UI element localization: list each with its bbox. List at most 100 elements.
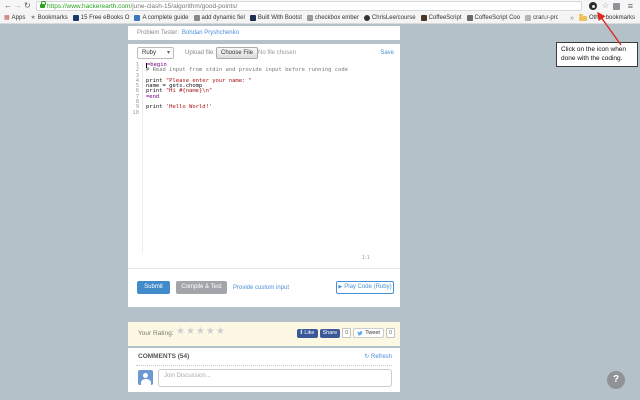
favicon [134, 15, 141, 21]
bookmark-item[interactable]: ChrisLee/course [363, 15, 416, 21]
other-bookmarks[interactable]: Other bookmarks [578, 13, 635, 21]
extension-icon-dot [591, 4, 595, 8]
apps-grid-icon: ▦ [4, 15, 10, 21]
comments-section: COMMENTS (54) ↻ Refresh [128, 348, 400, 392]
annotation-callout: Click on the icon when done with the cod… [556, 42, 638, 67]
social-buttons: f Like Share 0 Tweet 0 [297, 328, 395, 338]
url-path: /june-clash-15/algorithm/good-points/ [130, 2, 238, 10]
favicon [193, 15, 200, 21]
folder-icon [578, 13, 587, 21]
bookmarks-bar-items: ▦ Apps ★ Bookmarks 15 Free eBooks O A complet… [4, 12, 558, 24]
cursor-position: 1:1 [362, 255, 370, 261]
your-rating-label: Your Rating: [138, 330, 174, 337]
avatar [138, 370, 153, 385]
github-icon [363, 15, 370, 21]
upload-file-label: Upload file: [185, 50, 216, 56]
bookmarks-overflow-chevron[interactable]: » [570, 15, 574, 22]
tweet-button[interactable]: Tweet [353, 328, 384, 338]
bookmark-label: Built With Bootst [257, 15, 302, 21]
bookmark-label: CoffeeScript Coo [474, 15, 521, 21]
reload-icon[interactable]: ↻ [24, 0, 31, 12]
padlock-icon [40, 1, 46, 8]
code-editor[interactable]: 1 2 3 4 5 6 7 8 9 10 =begin # Read input from stdi… [128, 62, 400, 254]
facebook-like-button[interactable]: f Like [297, 328, 318, 338]
help-button[interactable]: ? [607, 371, 625, 389]
bookmark-label: Bookmarks [37, 15, 68, 21]
join-discussion-input[interactable] [158, 369, 392, 387]
bookmark-label: add dynamic fiel [201, 15, 245, 21]
address-bar[interactable]: https://www.hackerearth.com /june-clash-… [36, 1, 582, 11]
url-host: https://www.hackerearth.com [47, 2, 131, 10]
submit-button[interactable]: Submit [137, 281, 170, 294]
bookmark-item[interactable]: add dynamic fiel [193, 15, 245, 21]
bookmark-item[interactable]: 15 Free eBooks O [72, 15, 129, 21]
code-token: # Read input from stdin and provide inpu… [146, 67, 348, 74]
like-count: 0 [342, 328, 352, 338]
favicon [525, 15, 532, 21]
extension-2-icon[interactable] [613, 2, 620, 10]
comments-title: COMMENTS (54) [138, 353, 190, 360]
forward-icon[interactable]: → [14, 0, 22, 12]
play-code-button[interactable]: ▶ Play Code (Ruby) [336, 281, 394, 294]
bookmark-label: ChrisLee/course [371, 15, 416, 21]
bookmark-label: cran.r-project.or [533, 15, 558, 21]
tweet-label: Tweet [365, 330, 380, 336]
language-select[interactable]: Ruby ▾ [137, 47, 174, 59]
bookmark-star-icon[interactable]: ☆ [602, 0, 609, 12]
favicon [72, 15, 79, 21]
bookmark-item[interactable]: ▦ Apps [4, 15, 25, 21]
play-icon: ▶ [338, 284, 343, 290]
bookmark-label: A complete guide [142, 15, 189, 21]
facebook-icon: f [300, 330, 303, 336]
chevron-down-icon: ▾ [166, 50, 170, 56]
bookmarks-bar: ▦ Apps ★ Bookmarks 15 Free eBooks O A complet… [0, 12, 640, 24]
tweet-count: 0 [385, 328, 395, 338]
like-label: Like [304, 330, 315, 336]
facebook-share-button[interactable]: Share [319, 328, 341, 338]
avatar-person-body [140, 379, 151, 385]
no-file-chosen-label: No file chosen [258, 50, 297, 56]
problem-tester-label: Problem Tester: [137, 30, 179, 36]
back-icon[interactable]: ← [4, 0, 12, 12]
bookmark-item[interactable]: Built With Bootst [249, 15, 302, 21]
bookmark-item[interactable]: checkbox ember [306, 15, 359, 21]
divider [128, 268, 400, 269]
star-icon: ★ [30, 15, 36, 21]
provide-custom-input-link[interactable]: Provide custom input [233, 285, 289, 291]
other-bookmarks-label: Other bookmarks [588, 15, 635, 21]
save-link[interactable]: Save [380, 50, 394, 56]
avatar-person-icon [143, 373, 148, 378]
favicon [420, 15, 427, 21]
code-token: 'Hello World!' [165, 104, 213, 111]
code-token: "Hi #{name}\n" [165, 88, 213, 95]
extension-icon[interactable] [589, 2, 597, 10]
rating-stars[interactable]: ★★★★★ [176, 326, 226, 337]
problem-header: Problem Tester: Bohdan Pryshchenko [128, 26, 400, 40]
editor-gutter: 1 2 3 4 5 6 7 8 9 10 [128, 62, 143, 253]
bookmark-item[interactable]: ★ Bookmarks [30, 15, 67, 21]
divider [136, 365, 392, 366]
refresh-link[interactable]: ↻ Refresh [364, 353, 392, 360]
bookmark-label: CoffeeScript [428, 15, 462, 21]
bookmark-item[interactable]: A complete guide [134, 15, 189, 21]
choose-file-button[interactable]: Choose File [216, 47, 259, 59]
bookmark-label: checkbox ember [314, 15, 359, 21]
line-number: 10 [132, 109, 139, 116]
code-lines: =begin # Read input from stdin and provid… [146, 62, 398, 116]
twitter-bird-icon [357, 330, 363, 335]
compile-test-button[interactable]: Compile & Test [176, 281, 227, 294]
bookmark-item[interactable]: CoffeeScript Coo [466, 15, 521, 21]
play-code-label: Play Code (Ruby) [344, 284, 392, 290]
bookmark-item[interactable]: CoffeeScript [420, 15, 462, 21]
favicon [249, 15, 256, 21]
favicon [466, 15, 473, 21]
screen: ← → ↻ https://www.hackerearth.com /june-… [0, 0, 640, 400]
bookmark-item[interactable]: cran.r-project.or [525, 15, 558, 21]
code-panel: Ruby ▾ Upload file: Choose File No file … [128, 44, 400, 307]
bookmark-label: Apps [11, 15, 26, 21]
browser-toolbar: ← → ↻ https://www.hackerearth.com /june-… [0, 0, 640, 12]
share-label: Share [322, 330, 338, 336]
tester-link[interactable]: Bohdan Pryshchenko [182, 30, 239, 36]
menu-icon[interactable]: ≡ [628, 0, 633, 12]
language-select-value: Ruby [142, 50, 157, 56]
